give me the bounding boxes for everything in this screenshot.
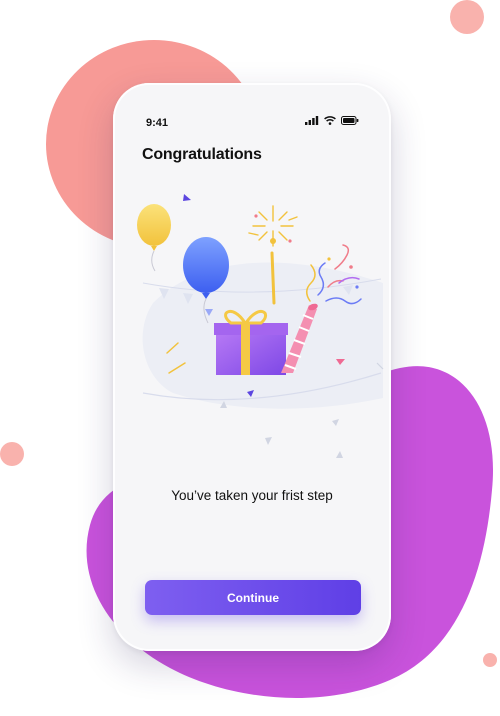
success-message: You’ve taken your frist step bbox=[171, 488, 333, 503]
page-title: Congratulations bbox=[142, 146, 262, 163]
status-time: 9:41 bbox=[146, 117, 169, 129]
wifi-icon bbox=[324, 116, 336, 125]
coral-dot-top bbox=[450, 0, 484, 34]
battery-icon bbox=[341, 116, 359, 125]
coral-dot-left bbox=[0, 442, 24, 466]
celebration-illustration bbox=[137, 194, 384, 458]
balloon-icon bbox=[137, 204, 171, 272]
status-icons bbox=[305, 116, 359, 125]
signal-icon bbox=[305, 116, 319, 125]
phone-frame: 9:41 Congratulations You’ve taken your f… bbox=[113, 83, 391, 651]
continue-button[interactable]: Continue bbox=[145, 580, 361, 615]
